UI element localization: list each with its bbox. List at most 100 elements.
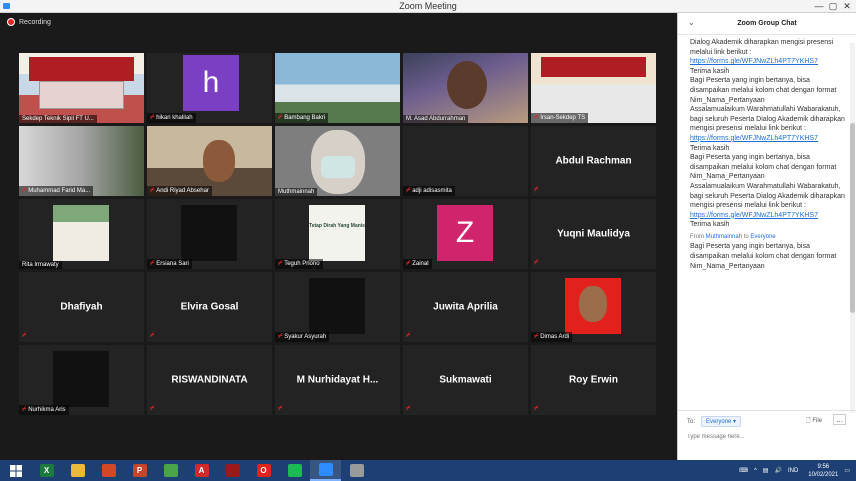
participant-name-label: Rita Irmawaty [19,261,62,269]
participant-name: Nurhikma Aris [28,407,66,413]
mic-muted-icon: ⌿ [278,405,283,412]
acrobat-icon[interactable]: A [186,460,217,481]
recipient-row: To: Everyone ▾ [687,416,742,427]
windows-start-icon[interactable] [0,460,31,481]
recipient-dropdown[interactable]: Everyone ▾ [701,416,742,427]
maximize-button[interactable]: ▢ [826,0,840,12]
minimize-button[interactable]: — [812,0,826,12]
spotify-icon[interactable] [279,460,310,481]
participant-tile[interactable]: h ⌿ hikari khalilah [147,53,272,123]
chat-message-link[interactable]: https://forms.gle/WFJNwZLh4PT7YKHS7 [690,211,846,221]
mic-muted-icon: ⌿ [534,333,539,340]
participant-tile[interactable]: Muthmainnah [275,126,400,196]
media-icon[interactable] [93,460,124,481]
mic-muted-icon: ⌿ [534,259,539,266]
mic-muted-icon: ⌿ [150,332,155,339]
participant-video [309,278,365,334]
file-explorer-icon[interactable] [62,460,93,481]
clock-date: 10/02/2021 [808,471,839,478]
excel-icon[interactable]: X [31,460,62,481]
participant-name: Rita Irmawaty [22,262,59,268]
chat-title: Zoom Group Chat [737,20,797,27]
close-button[interactable]: ✕ [840,0,854,12]
keyboard-icon[interactable]: ⌨ [739,467,748,474]
participant-name-label: ⌿ Andi Riyad Absehar [147,186,212,196]
scrollbar-thumb[interactable] [850,123,855,313]
app-gray-icon[interactable] [341,460,372,481]
participant-tile[interactable]: Dhafiyah ⌿ [19,272,144,342]
chrome-glyph [163,464,178,477]
participant-name-label: ⌿ Ersiana Sari [147,259,192,269]
app-gray-glyph [349,464,364,477]
recording-indicator[interactable]: Recording [7,18,51,26]
file-button[interactable]: 🗋 File [806,416,822,426]
language-indicator[interactable]: IND [788,468,798,474]
participant-display-name: Abdul Rachman [555,155,632,167]
chrome-icon[interactable] [155,460,186,481]
participant-tile[interactable]: ⌿ Irsan-Sekdep TS [531,53,656,123]
participant-tile[interactable]: Roy Erwin ⌿ [531,345,656,415]
participant-tile[interactable]: Yuqni Maulidya ⌿ [531,199,656,269]
chat-message-text: Terima kasih [690,221,730,229]
participant-name: adji adisasmita [412,188,452,194]
file-explorer-glyph [70,464,85,477]
participant-name-label: ⌿ hikari khalilah [147,113,196,123]
participant-tile[interactable]: Rita Irmawaty [19,199,144,269]
participant-tile[interactable]: Sukmawati ⌿ [403,345,528,415]
window-title: Zoom Meeting [399,1,457,11]
participant-tile[interactable]: Tetap Dirah Yang Manis ⌿ Teguh Priono [275,199,400,269]
participant-tile[interactable]: ⌿ Bambang Bakri [275,53,400,123]
participant-name: Zainal [412,261,429,267]
more-options-button[interactable]: ... [833,414,846,425]
excel-glyph: X [39,464,54,477]
tray-chevron-icon[interactable]: ^ [754,468,757,474]
participant-tile[interactable]: ⌿ Syakur Asyurah [275,272,400,342]
participant-name: Muthmainnah [278,189,315,195]
mic-muted-icon: ⌿ [406,260,411,267]
chat-message-link[interactable]: https://forms.gle/WFJNwZLh4PT7YKHS7 [690,134,846,144]
mic-muted-icon: ⌿ [278,114,283,121]
participant-tile[interactable]: ⌿ Nurhikma Aris [19,345,144,415]
powerpoint-glyph: P [132,464,147,477]
video-gallery: Recording Sekdep Teknik Sipil FT U... h ⌿ h… [0,13,677,460]
participant-name-label: ⌿ Teguh Priono [275,259,323,269]
opera-glyph: O [256,464,271,477]
participant-tile[interactable]: RISWANDINATA ⌿ [147,345,272,415]
participant-display-name: Roy Erwin [569,374,618,386]
network-icon[interactable]: ▤ [763,467,769,474]
participant-tile[interactable]: Z ⌿ Zainal [403,199,528,269]
participant-grid: Sekdep Teknik Sipil FT U... h ⌿ hikari khal… [19,53,656,415]
participant-tile[interactable]: ⌿ Ersiana Sari [147,199,272,269]
zoom-icon[interactable] [310,460,341,481]
mic-muted-icon: ⌿ [406,332,411,339]
clock[interactable]: 9:56 10/02/2021 [808,463,838,479]
mic-muted-icon: ⌿ [22,406,27,413]
mic-muted-icon: ⌿ [22,332,27,339]
chat-scrollbar[interactable] [850,43,855,413]
chat-panel: ⌄ Zoom Group Chat Dialog Akademik dihara… [677,13,856,460]
chat-message-input[interactable] [687,431,837,443]
participant-tile[interactable]: Sekdep Teknik Sipil FT U... [19,53,144,123]
participant-tile[interactable]: M Nurhidayat H... ⌿ [275,345,400,415]
participant-tile[interactable]: ⌿ Muhammad Farid Ma... [19,126,144,196]
app-red-icon[interactable] [217,460,248,481]
chat-message-text: Assalamualaikum Warahmatullahi Wabarakat… [690,182,845,210]
chat-messages: Dialog Akademik diharapkan mengisi prese… [678,35,850,415]
participant-tile[interactable]: Juwita Aprilia ⌿ [403,272,528,342]
notification-icon[interactable]: ▭ [844,467,850,474]
participant-tile[interactable]: ⌿ Dimas Ardi [531,272,656,342]
participant-name-label: ⌿ Dimas Ardi [531,332,573,342]
chevron-down-icon[interactable]: ⌄ [688,18,695,27]
opera-icon[interactable]: O [248,460,279,481]
participant-tile[interactable]: M. Asad Abdurrahman [403,53,528,123]
participant-tile[interactable]: Elvira Gosal ⌿ [147,272,272,342]
chat-message-link[interactable]: https://forms.gle/WFJNwZLh4PT7YKHS7 [690,57,846,67]
participant-video [53,205,109,261]
volume-icon[interactable]: 🔊 [774,467,781,474]
participant-tile[interactable]: ⌿ adji adisasmita [403,126,528,196]
powerpoint-icon[interactable]: P [124,460,155,481]
record-icon [7,18,15,26]
participant-tile[interactable]: Abdul Rachman ⌿ [531,126,656,196]
participant-tile[interactable]: ⌿ Andi Riyad Absehar [147,126,272,196]
chat-message-text: Bagi Peserta yang ingin bertanya, bisa d… [690,243,837,261]
